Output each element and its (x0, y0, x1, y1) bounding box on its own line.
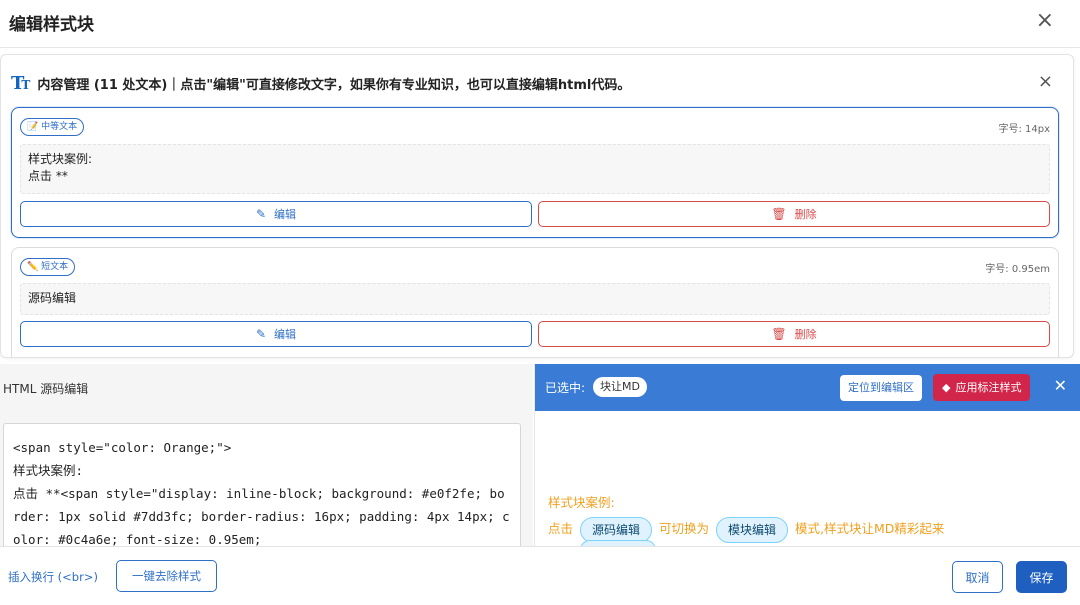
content-manager-header: TT 内容管理 (11 处文本)｜点击"编辑"可直接修改文字，如果你有专业知识，… (11, 72, 631, 94)
html-code-editor[interactable]: <span style="color: Orange;"> 样式块案例: 点击 … (3, 423, 521, 546)
locate-in-editor-button[interactable]: 定位到编辑区 (840, 375, 922, 401)
preview-text: 模式,样式块让MD精彩起来 (795, 521, 945, 536)
preview-text: 可切换为 (659, 521, 710, 536)
text-line: 点击 ** (28, 169, 68, 183)
preview-line-2: 点击 源码编辑 可切换为 模块编辑 模式,样式块让MD精彩起来 (548, 516, 944, 543)
preview-chip-source-edit[interactable]: 源码编辑 (580, 516, 653, 543)
apply-style-button[interactable]: ◆ 应用标注样式 (933, 374, 1031, 401)
insert-line-break-link[interactable]: 插入换行 (<br>) (8, 569, 98, 585)
source-editor-title: HTML 源码编辑 (3, 382, 89, 396)
edit-label: 编辑 (274, 208, 297, 221)
selected-chip: 块让MD (593, 377, 647, 397)
html-source-pane: HTML 源码编辑 <span style="color: Orange;"> … (0, 364, 533, 546)
dialog-header: 编辑样式块 × (0, 0, 1080, 48)
delete-label: 删除 (794, 328, 817, 341)
content-manager-title: 内容管理 (11 处文本)｜点击"编辑"可直接修改文字，如果你有专业知识，也可以… (37, 77, 631, 93)
block-type-badge: 📝 中等文本 (20, 118, 85, 136)
font-size-label: 字号: 14px (998, 124, 1050, 135)
selected-label: 已选中: (545, 381, 586, 395)
eraser-icon: ◆ (942, 381, 951, 394)
remove-style-button[interactable]: 一键去除样式 (116, 560, 217, 592)
preview-line-1: 样式块案例: (548, 495, 615, 510)
selection-toolbar: 已选中: 块让MD 定位到编辑区 ◆ 应用标注样式 ✕ (535, 364, 1080, 411)
font-size-label: 字号: 0.95em (985, 264, 1050, 275)
apply-style-label: 应用标注样式 (955, 381, 1022, 394)
delete-label: 删除 (794, 208, 817, 221)
panel-close-icon[interactable]: × (1038, 71, 1053, 92)
block-type-badge: ✏️ 短文本 (20, 258, 76, 276)
dialog-footer: 插入换行 (<br>) 一键去除样式 取消 保存 (0, 546, 1080, 605)
text-line: 样式块案例: (28, 152, 93, 166)
trash-icon: 🗑 (771, 327, 787, 341)
content-manager-panel: TT 内容管理 (11 处文本)｜点击"编辑"可直接修改文字，如果你有专业知识，… (0, 54, 1074, 358)
text-size-icon: TT (11, 72, 30, 94)
text-block-medium[interactable]: 📝 中等文本 字号: 14px 样式块案例: 点击 ** ✎ 编辑 🗑 删除 (11, 107, 1059, 238)
edit-label: 编辑 (274, 328, 297, 341)
close-icon[interactable]: ✕ (1054, 376, 1067, 395)
dialog-title: 编辑样式块 (9, 15, 94, 35)
block-text-content: 源码编辑 (20, 283, 1050, 315)
rendered-preview: 样式块案例: 点击 源码编辑 可切换为 模块编辑 模式,样式块让MD精彩起来 (548, 490, 944, 543)
trash-icon: 🗑 (771, 207, 787, 221)
edit-button[interactable]: ✎ 编辑 (20, 321, 532, 347)
cancel-button[interactable]: 取消 (952, 561, 1003, 593)
close-icon[interactable]: × (1036, 10, 1054, 32)
edit-button[interactable]: ✎ 编辑 (20, 201, 532, 227)
text-block-short[interactable]: ✏️ 短文本 字号: 0.95em 源码编辑 ✎ 编辑 🗑 删除 (11, 247, 1059, 357)
block-text-content: 样式块案例: 点击 ** (20, 144, 1050, 194)
delete-button[interactable]: 🗑 删除 (538, 201, 1050, 227)
preview-chip-module-edit[interactable]: 模块编辑 (716, 516, 789, 543)
text-line: 源码编辑 (28, 291, 77, 305)
save-button[interactable]: 保存 (1016, 561, 1067, 593)
pencil-icon: ✎ (255, 327, 267, 341)
delete-button[interactable]: 🗑 删除 (538, 321, 1050, 347)
edit-style-block-dialog: 编辑样式块 × TT 内容管理 (11 处文本)｜点击"编辑"可直接修改文字，如… (0, 0, 1080, 605)
pencil-icon: ✎ (255, 207, 267, 221)
preview-pane: 已选中: 块让MD 定位到编辑区 ◆ 应用标注样式 ✕ 样式块案例: 点击 源码编… (534, 364, 1080, 546)
preview-text: 点击 (548, 521, 574, 536)
